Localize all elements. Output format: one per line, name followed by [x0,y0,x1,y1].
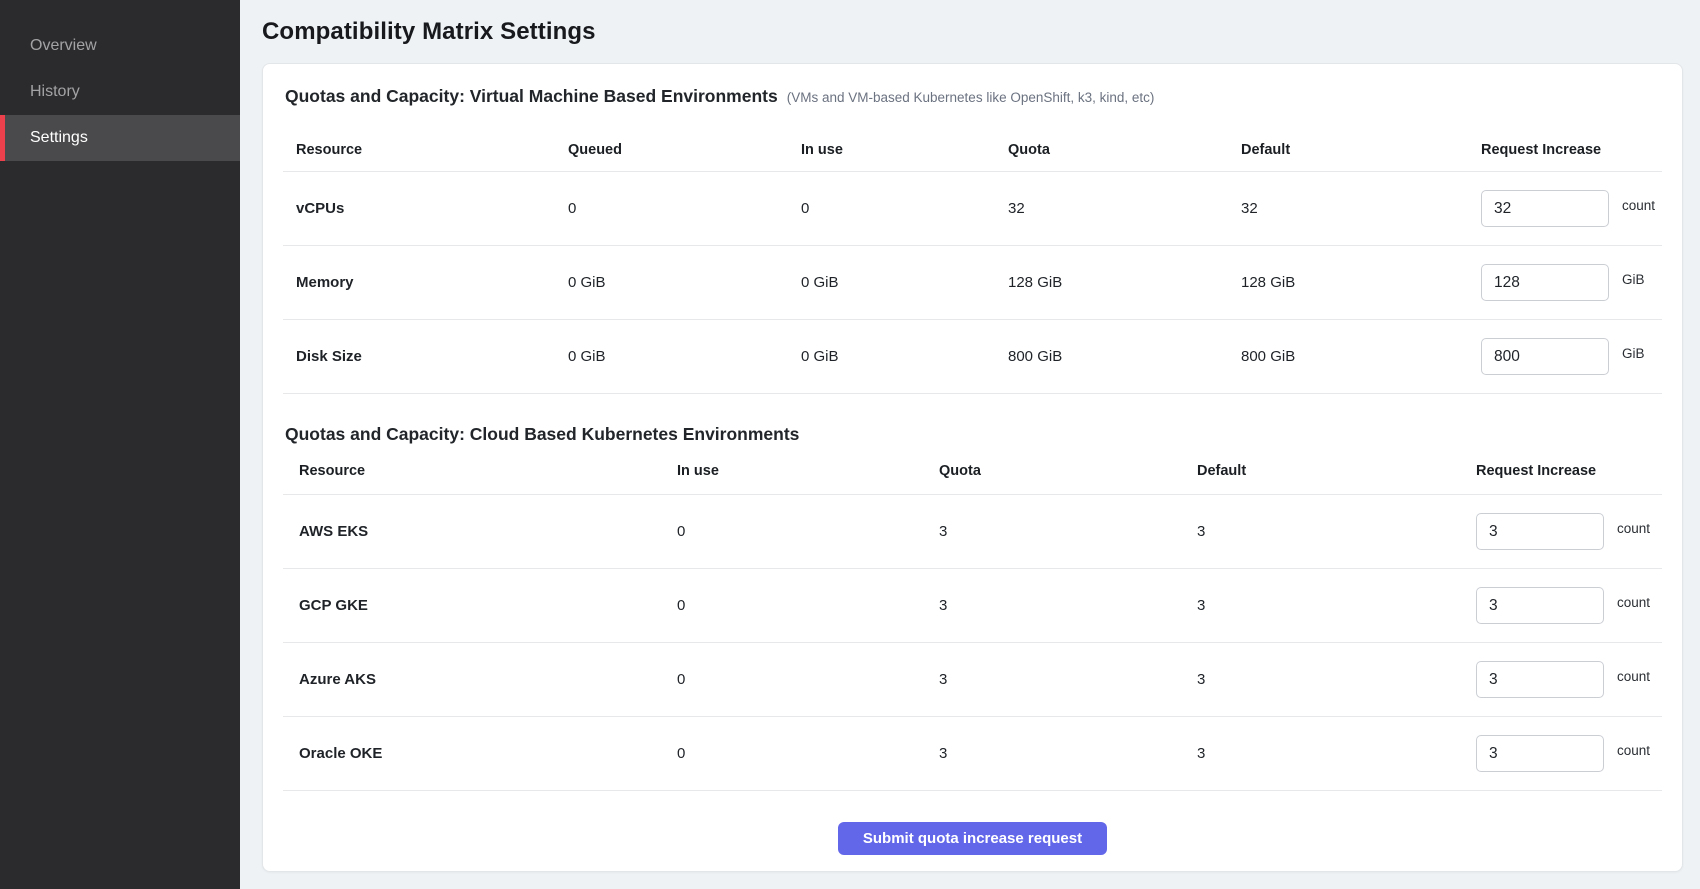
sidebar-item-settings[interactable]: Settings [0,115,240,161]
vm-section-title: Quotas and Capacity: Virtual Machine Bas… [285,86,778,107]
vm-section-subtitle: (VMs and VM-based Kubernetes like OpenSh… [787,90,1155,105]
k8s-section-heading: Quotas and Capacity: Cloud Based Kuberne… [283,424,1662,445]
sidebar-item-label: Settings [30,129,88,147]
azure-aks-request-input[interactable] [1476,661,1604,698]
vm-section-heading: Quotas and Capacity: Virtual Machine Bas… [283,86,1662,107]
column-header-request-increase: Request Increase [1481,142,1662,158]
column-header-quota: Quota [939,463,1197,479]
in-use-value: 0 [677,597,939,614]
column-header-queued: Queued [568,142,801,158]
aws-eks-request-input[interactable] [1476,513,1604,550]
default-value: 800 GiB [1241,348,1481,365]
resource-name: Disk Size [283,348,568,365]
in-use-value: 0 [677,745,939,762]
queued-value: 0 GiB [568,274,801,291]
disk-size-request-input[interactable] [1481,338,1609,375]
quota-value: 3 [939,523,1197,540]
column-header-default: Default [1197,463,1476,479]
memory-request-input[interactable] [1481,264,1609,301]
request-increase-cell: count [1476,587,1662,624]
quota-value: 32 [1008,200,1241,217]
table-row-aws-eks: AWS EKS 0 3 3 count [283,495,1662,569]
request-increase-cell: GiB [1481,264,1662,301]
quota-value: 3 [939,597,1197,614]
column-header-in-use: In use [801,142,1008,158]
column-header-resource: Resource [283,142,568,158]
queued-value: 0 GiB [568,348,801,365]
resource-name: Memory [283,274,568,291]
vcpus-request-input[interactable] [1481,190,1609,227]
column-header-default: Default [1241,142,1481,158]
queued-value: 0 [568,200,801,217]
default-value: 3 [1197,597,1476,614]
table-row-memory: Memory 0 GiB 0 GiB 128 GiB 128 GiB GiB [283,246,1662,320]
sidebar: Overview History Settings [0,0,240,889]
default-value: 3 [1197,523,1476,540]
sidebar-item-history[interactable]: History [0,69,240,115]
column-header-quota: Quota [1008,142,1241,158]
k8s-quota-table: Resource In use Quota Default Request In… [283,448,1662,791]
sidebar-item-label: Overview [30,37,97,55]
sidebar-item-overview[interactable]: Overview [0,23,240,69]
settings-card: Quotas and Capacity: Virtual Machine Bas… [262,63,1683,872]
main-content: Compatibility Matrix Settings Quotas and… [240,0,1700,889]
request-increase-cell: count [1476,735,1662,772]
resource-name: AWS EKS [283,523,677,540]
resource-name: GCP GKE [283,597,677,614]
unit-label: count [1622,198,1655,213]
vm-table-header-row: Resource Queued In use Quota Default Req… [283,128,1662,172]
column-header-request-increase: Request Increase [1476,463,1662,479]
card-footer: Submit quota increase request [283,822,1662,855]
request-increase-cell: count [1481,190,1662,227]
table-row-azure-aks: Azure AKS 0 3 3 count [283,643,1662,717]
default-value: 3 [1197,745,1476,762]
unit-label: GiB [1622,272,1645,287]
default-value: 128 GiB [1241,274,1481,291]
quota-value: 128 GiB [1008,274,1241,291]
default-value: 3 [1197,671,1476,688]
column-header-resource: Resource [283,463,677,479]
request-increase-cell: count [1476,661,1662,698]
k8s-section-title: Quotas and Capacity: Cloud Based Kuberne… [285,424,799,445]
request-increase-cell: GiB [1481,338,1662,375]
unit-label: count [1617,743,1650,758]
table-row-gcp-gke: GCP GKE 0 3 3 count [283,569,1662,643]
in-use-value: 0 [677,523,939,540]
k8s-table-header-row: Resource In use Quota Default Request In… [283,448,1662,495]
in-use-value: 0 [801,200,1008,217]
vm-quota-table: Resource Queued In use Quota Default Req… [283,128,1662,394]
resource-name: vCPUs [283,200,568,217]
quota-value: 3 [939,745,1197,762]
table-row-oracle-oke: Oracle OKE 0 3 3 count [283,717,1662,791]
resource-name: Oracle OKE [283,745,677,762]
unit-label: count [1617,669,1650,684]
unit-label: count [1617,521,1650,536]
sidebar-item-label: History [30,83,80,101]
quota-value: 800 GiB [1008,348,1241,365]
quota-value: 3 [939,671,1197,688]
table-row-disk-size: Disk Size 0 GiB 0 GiB 800 GiB 800 GiB Gi… [283,320,1662,394]
unit-label: count [1617,595,1650,610]
in-use-value: 0 GiB [801,274,1008,291]
unit-label: GiB [1622,346,1645,361]
table-row-vcpus: vCPUs 0 0 32 32 count [283,172,1662,246]
gcp-gke-request-input[interactable] [1476,587,1604,624]
default-value: 32 [1241,200,1481,217]
sidebar-nav: Overview History Settings [0,23,240,161]
submit-quota-increase-button[interactable]: Submit quota increase request [838,822,1107,855]
page-title: Compatibility Matrix Settings [262,18,1683,46]
in-use-value: 0 GiB [801,348,1008,365]
oracle-oke-request-input[interactable] [1476,735,1604,772]
resource-name: Azure AKS [283,671,677,688]
request-increase-cell: count [1476,513,1662,550]
column-header-in-use: In use [677,463,939,479]
in-use-value: 0 [677,671,939,688]
